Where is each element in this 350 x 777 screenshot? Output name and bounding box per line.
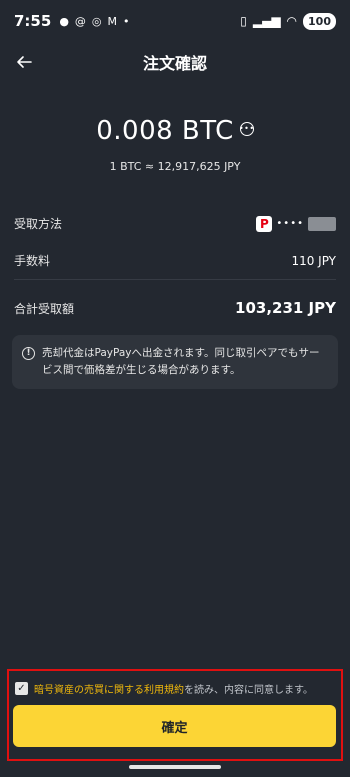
masked-account: •••• [276,218,304,229]
arrow-left-icon [17,56,32,68]
confirmation-area: ✓ 暗号資産の売買に関する利用規約を読み、内容に同意します。 確定 [7,669,343,761]
page-title: 注文確認 [142,54,207,73]
confirm-button[interactable]: 確定 [13,705,336,747]
status-bar: 7:55 ● @ ◎ M • ▯ ▂▄▆ ◠ 100 [0,0,350,42]
total-label: 合計受取額 [14,301,75,316]
order-summary: 0.008 BTC ••• 1 BTC ≈ 12,917,625 JPY [0,116,350,173]
agreement-checkbox[interactable]: ✓ [15,682,28,695]
info-icon: ! [22,347,35,360]
agreement-text: を読み、内容に同意します。 [184,685,313,696]
instagram-icon: ◎ [91,14,102,28]
fee-row: 手数料 110 JPY [14,252,336,269]
chat-icon: ● [59,14,69,28]
paypay-icon: P [256,215,273,232]
notice-box: ! 売却代金はPayPayへ出金されます。同じ取引ペアでもサービス間で価格差が生… [12,335,338,389]
receive-method-value: P •••• [256,215,336,232]
receive-method-row: 受取方法 P •••• [14,215,336,232]
threads-icon: @ [74,14,86,28]
order-amount: 0.008 BTC ••• [96,116,254,146]
more-options-icon[interactable]: ••• [239,122,254,136]
back-button[interactable] [10,48,38,76]
fee-value: 110 JPY [291,253,336,268]
divider [14,279,336,280]
signal-icon: ▂▄▆ [252,14,281,28]
exchange-rate: 1 BTC ≈ 12,917,625 JPY [109,160,241,173]
terms-link[interactable]: 暗号資産の売買に関する利用規約 [34,685,184,696]
vibrate-icon: ▯ [240,14,247,28]
battery-icon: 100 [303,12,336,30]
fee-label: 手数料 [14,254,51,268]
total-value: 103,231 JPY [235,299,336,317]
header: 注文確認 [0,44,350,80]
amount-value: 0.008 BTC [96,116,234,146]
agreement-row: ✓ 暗号資産の売買に関する利用規約を読み、内容に同意します。 [15,681,313,696]
redacted-block [308,216,336,231]
notification-icons: ● @ ◎ M • [59,15,129,28]
system-icons: ▯ ▂▄▆ ◠ 100 [240,12,336,30]
dot-icon: • [123,14,130,28]
gmail-icon: M [107,14,118,28]
total-row: 合計受取額 103,231 JPY [14,299,336,317]
receive-method-label: 受取方法 [14,217,63,231]
notice-text: 売却代金はPayPayへ出金されます。同じ取引ペアでもサービス間で価格差が生じる… [42,347,320,376]
wifi-icon: ◠ [286,14,298,28]
home-indicator [129,765,221,769]
status-time: 7:55 [14,12,52,30]
